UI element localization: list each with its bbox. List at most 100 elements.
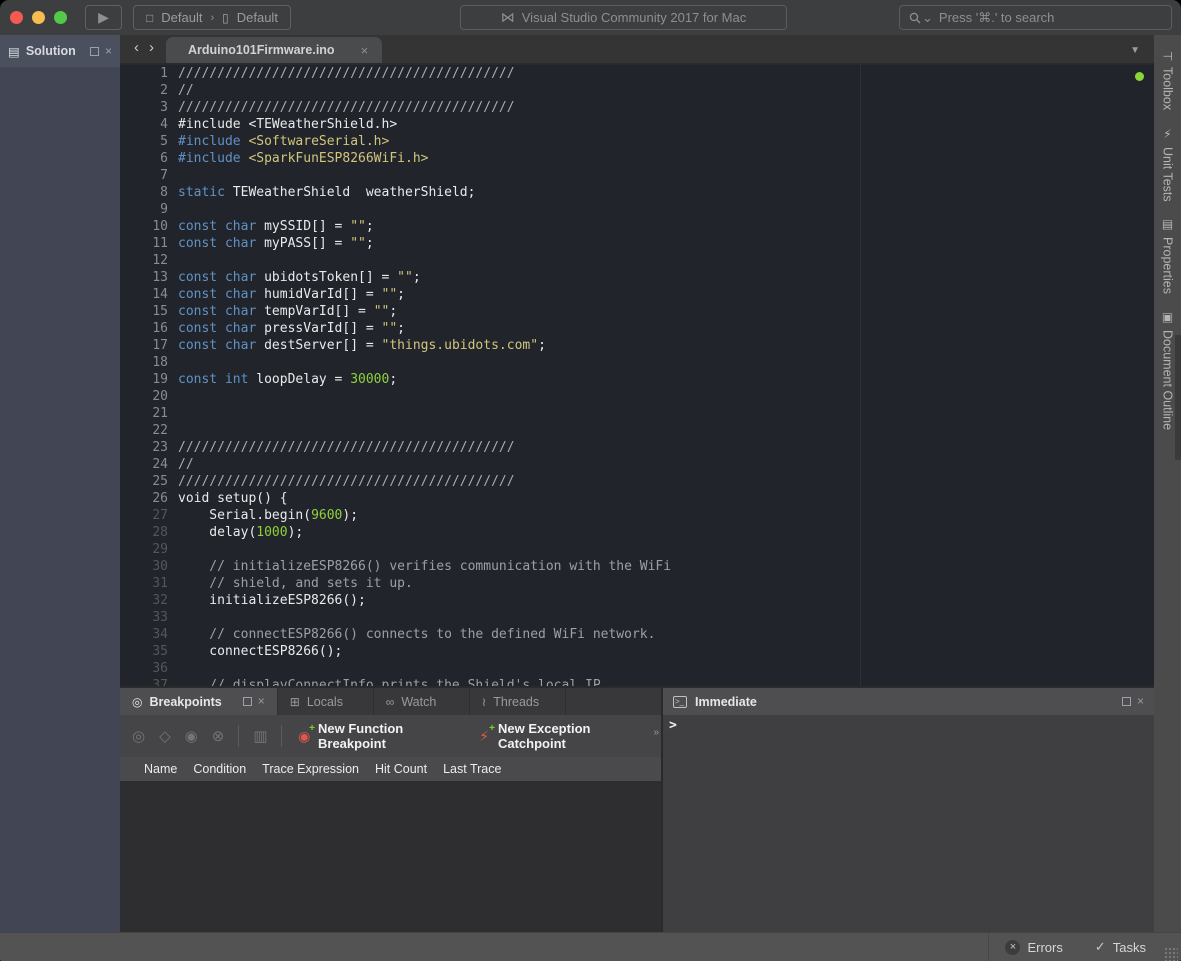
code-line[interactable]: 28 delay(1000); (120, 524, 1154, 541)
line-number[interactable]: 19 (120, 371, 178, 388)
breakpoints-list[interactable] (120, 781, 661, 932)
code-line[interactable]: 15const char tempVarId[] = ""; (120, 303, 1154, 320)
code-line[interactable]: 35 connectESP8266(); (120, 643, 1154, 660)
side-tab-document-outline[interactable]: ▣Document Outline (1161, 310, 1175, 430)
code-line[interactable]: 26void setup() { (120, 490, 1154, 507)
code-line[interactable]: 23//////////////////////////////////////… (120, 439, 1154, 456)
line-number[interactable]: 16 (120, 320, 178, 337)
code-line[interactable]: 4#include <TEWeatherShield.h> (120, 116, 1154, 133)
close-tab-icon[interactable]: × (361, 43, 369, 58)
line-number[interactable]: 37 (120, 677, 178, 686)
line-number[interactable]: 36 (120, 660, 178, 677)
dock-pane-icon[interactable] (90, 47, 99, 56)
code-line[interactable]: 6#include <SparkFunESP8266WiFi.h> (120, 150, 1154, 167)
line-number[interactable]: 35 (120, 643, 178, 660)
dock-tab-locals[interactable]: ⊞Locals (278, 688, 374, 715)
code-line[interactable]: 8static TEWeatherShield weatherShield; (120, 184, 1154, 201)
build-configuration-selector[interactable]: □ Default › ▯ Default (133, 5, 291, 30)
column-header[interactable]: Hit Count (375, 762, 427, 776)
tab-list-dropdown-icon[interactable]: ▼ (1130, 45, 1140, 56)
line-number[interactable]: 11 (120, 235, 178, 252)
close-pane-icon[interactable]: × (258, 697, 265, 706)
code-line[interactable]: 3///////////////////////////////////////… (120, 99, 1154, 116)
code-line[interactable]: 1///////////////////////////////////////… (120, 65, 1154, 82)
code-line[interactable]: 2// (120, 82, 1154, 99)
line-number[interactable]: 32 (120, 592, 178, 609)
line-number[interactable]: 13 (120, 269, 178, 286)
resize-grip[interactable] (1164, 947, 1178, 961)
code-line[interactable]: 9 (120, 201, 1154, 218)
code-line[interactable]: 34 // connectESP8266() connects to the d… (120, 626, 1154, 643)
dock-tab-breakpoints[interactable]: ◎Breakpoints× (120, 688, 278, 715)
column-header[interactable]: Condition (193, 762, 246, 776)
line-number[interactable]: 15 (120, 303, 178, 320)
navigate-forward-button[interactable]: › (149, 39, 154, 56)
code-line[interactable]: 10const char mySSID[] = ""; (120, 218, 1154, 235)
tasks-button[interactable]: ✓ Tasks (1079, 939, 1162, 955)
line-number[interactable]: 2 (120, 82, 178, 99)
code-line[interactable]: 13const char ubidotsToken[] = ""; (120, 269, 1154, 286)
close-pane-icon[interactable]: × (1137, 697, 1144, 706)
dock-pane-icon[interactable] (243, 697, 252, 706)
code-line[interactable]: 32 initializeESP8266(); (120, 592, 1154, 609)
side-tab-properties[interactable]: ▤Properties (1161, 217, 1175, 294)
clear-breakpoint-icon[interactable]: ◇ (159, 727, 171, 745)
code-line[interactable]: 14const char humidVarId[] = ""; (120, 286, 1154, 303)
line-number[interactable]: 1 (120, 65, 178, 82)
line-number[interactable]: 14 (120, 286, 178, 303)
code-line[interactable]: 27 Serial.begin(9600); (120, 507, 1154, 524)
immediate-panel-header[interactable]: >_ Immediate × (663, 688, 1154, 715)
code-line[interactable]: 21 (120, 405, 1154, 422)
line-number[interactable]: 34 (120, 626, 178, 643)
line-number[interactable]: 9 (120, 201, 178, 218)
new-function-breakpoint-button[interactable]: ◉ + New Function Breakpoint (296, 721, 462, 751)
code-line[interactable]: 16const char pressVarId[] = ""; (120, 320, 1154, 337)
code-line[interactable]: 30 // initializeESP8266() verifies commu… (120, 558, 1154, 575)
line-number[interactable]: 21 (120, 405, 178, 422)
line-number[interactable]: 20 (120, 388, 178, 405)
run-button[interactable]: ▶ (85, 5, 122, 30)
dock-pane-icon[interactable] (1122, 697, 1131, 706)
line-number[interactable]: 17 (120, 337, 178, 354)
line-number[interactable]: 10 (120, 218, 178, 235)
minimize-window-button[interactable] (32, 11, 45, 24)
line-number[interactable]: 24 (120, 456, 178, 473)
line-number[interactable]: 29 (120, 541, 178, 558)
zoom-window-button[interactable] (54, 11, 67, 24)
code-line[interactable]: 33 (120, 609, 1154, 626)
code-line[interactable]: 29 (120, 541, 1154, 558)
code-editor[interactable]: 1///////////////////////////////////////… (120, 65, 1154, 686)
line-number[interactable]: 4 (120, 116, 178, 133)
search-input[interactable]: ⌄ Press '⌘.' to search (899, 5, 1172, 30)
line-number[interactable]: 28 (120, 524, 178, 541)
column-header[interactable]: Name (144, 762, 177, 776)
line-number[interactable]: 26 (120, 490, 178, 507)
toolbar-overflow-icon[interactable]: » (653, 727, 659, 738)
new-breakpoint-icon[interactable]: ◎ (132, 727, 145, 745)
column-header[interactable]: Last Trace (443, 762, 501, 776)
line-number[interactable]: 3 (120, 99, 178, 116)
dock-tab-threads[interactable]: ≀Threads (470, 688, 566, 715)
dock-tab-watch[interactable]: ∞Watch (374, 688, 470, 715)
choose-columns-icon[interactable]: ▥ (253, 727, 267, 745)
line-number[interactable]: 12 (120, 252, 178, 269)
close-pane-icon[interactable]: × (105, 47, 112, 56)
line-number[interactable]: 27 (120, 507, 178, 524)
column-header[interactable]: Trace Expression (262, 762, 359, 776)
code-line[interactable]: 11const char myPASS[] = ""; (120, 235, 1154, 252)
line-number[interactable]: 5 (120, 133, 178, 150)
line-number[interactable]: 23 (120, 439, 178, 456)
close-window-button[interactable] (10, 11, 23, 24)
editor-scrollbar-thumb[interactable] (1175, 335, 1181, 460)
line-number[interactable]: 22 (120, 422, 178, 439)
code-line[interactable]: 25//////////////////////////////////////… (120, 473, 1154, 490)
line-number[interactable]: 7 (120, 167, 178, 184)
side-tab-toolbox[interactable]: ⊤Toolbox (1161, 51, 1175, 111)
code-line[interactable]: 18 (120, 354, 1154, 371)
line-number[interactable]: 18 (120, 354, 178, 371)
new-exception-catchpoint-button[interactable]: ⚡ + New Exception Catchpoint (476, 721, 649, 751)
remove-all-breakpoints-icon[interactable]: ⊗ (212, 727, 225, 745)
line-number[interactable]: 31 (120, 575, 178, 592)
code-line[interactable]: 24// (120, 456, 1154, 473)
line-number[interactable]: 6 (120, 150, 178, 167)
